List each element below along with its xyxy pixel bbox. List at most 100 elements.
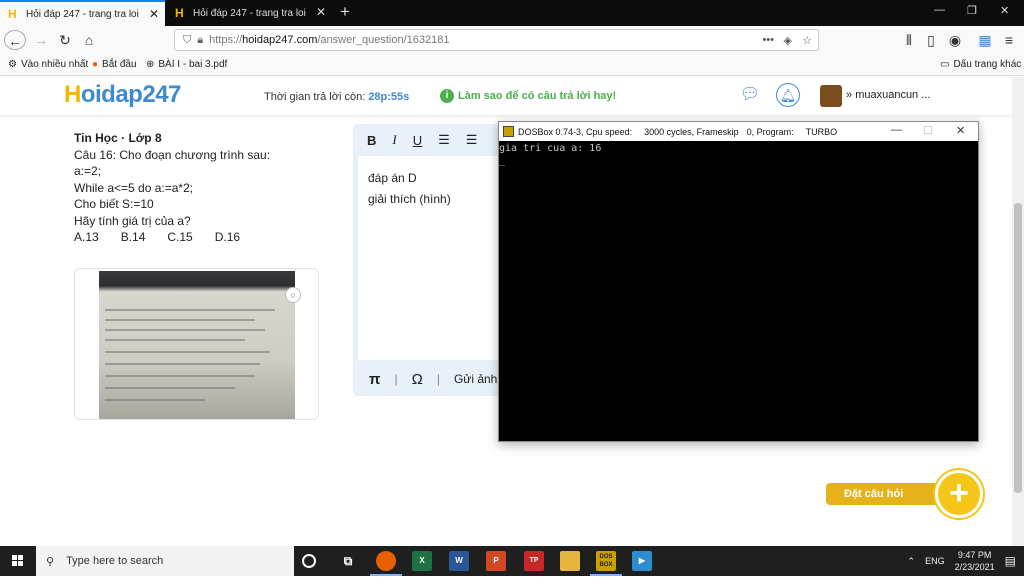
underline-icon[interactable]: U	[413, 133, 422, 148]
align-center-icon[interactable]: ☰	[466, 132, 478, 148]
minimize-icon[interactable]: —	[934, 4, 945, 16]
dosbox-title-app: DOSBox 0.74-3, Cpu speed:	[518, 126, 633, 137]
send-image-label[interactable]: Gửi ảnh:	[454, 372, 501, 386]
bookmark-label: BÀI I - bai 3.pdf	[158, 59, 228, 70]
timer-label: Thời gian trả lời còn:	[264, 91, 366, 103]
powerpoint-icon[interactable]: P	[486, 551, 506, 571]
browser-tab-active[interactable]: H Hỏi đáp 247 - trang tra loi ✕	[0, 0, 165, 26]
howto-link[interactable]: i Làm sao để có câu trả lời hay!	[440, 89, 616, 103]
answer-textarea[interactable]: đáp án D giải thích (hình)	[358, 156, 503, 360]
restore-icon[interactable]: ❐	[967, 4, 977, 17]
dosbox-title-program: TURBO	[805, 126, 838, 137]
turbo-pascal-icon[interactable]: TP	[524, 551, 544, 571]
browser-tab[interactable]: H Hỏi đáp 247 - trang tra loi ✕	[167, 0, 332, 26]
url-bar[interactable]: ⛉ 🔒︎ https://hoidap247.com/answer_questi…	[174, 29, 819, 51]
tab-title: Hỏi đáp 247 - trang tra loi	[26, 8, 139, 20]
italic-icon[interactable]: I	[392, 132, 396, 148]
reload-icon[interactable]: ↻	[54, 30, 76, 50]
dosbox-titlebar[interactable]: DOSBox 0.74-3, Cpu speed: 3000 cycles, F…	[499, 122, 978, 141]
other-bookmarks[interactable]: ▭ Dấu trang khác	[940, 59, 1021, 70]
photo-text-line	[105, 351, 270, 353]
sidebar-icon[interactable]: ▯	[920, 30, 942, 50]
media-player-icon[interactable]: ▶	[632, 551, 652, 571]
zoom-icon[interactable]: ○	[285, 287, 301, 303]
page-actions-icon[interactable]: •••	[762, 34, 774, 46]
dosbox-icon	[503, 126, 514, 137]
dosbox-screen[interactable]: gia tri cua a: 16 _	[499, 141, 978, 441]
firefox-icon: ●	[92, 59, 99, 70]
photo-title: Bài tập tin học 8_Tuần 22	[159, 291, 216, 297]
excel-icon[interactable]: X	[412, 551, 432, 571]
divider: |	[436, 372, 440, 386]
word-icon[interactable]: W	[449, 551, 469, 571]
maximize-icon[interactable]: ☐	[923, 124, 933, 137]
close-window-icon[interactable]: ✕	[956, 124, 965, 137]
avatar[interactable]	[820, 85, 842, 107]
minimize-icon[interactable]: —	[891, 124, 902, 136]
plus-icon[interactable]: +	[935, 470, 983, 518]
question-line: Cho biết S:=10	[74, 197, 154, 211]
hoidap247-logo[interactable]: Hoidap247	[64, 81, 181, 109]
bookmark-getting-started[interactable]: ● Bắt đầu	[92, 59, 137, 70]
omega-icon[interactable]: Ω	[412, 371, 423, 388]
editor-toolbar: B I U ☰ ☰	[353, 124, 503, 156]
chevron-up-icon[interactable]: ⌃	[908, 556, 916, 567]
pi-icon[interactable]: π	[369, 371, 380, 388]
bell-icon[interactable]: 🔔︎	[776, 83, 800, 107]
bookmark-most-visited[interactable]: ⚙ Vào nhiều nhất	[8, 59, 88, 70]
close-tab-icon[interactable]: ✕	[149, 7, 159, 21]
library-icon[interactable]: ⫴	[898, 30, 920, 50]
divider: |	[394, 372, 398, 386]
scrollbar-thumb[interactable]	[1014, 203, 1022, 493]
language-indicator[interactable]: ENG	[925, 556, 945, 566]
chevron-down-icon: »	[846, 89, 853, 101]
windows-taskbar: ⚲ Type here to search ⧉ X W P TP DOS BOX…	[0, 546, 1024, 576]
close-window-icon[interactable]: ✕	[1000, 4, 1009, 17]
editor-bottom-toolbar: π | Ω | Gửi ảnh:	[353, 362, 503, 396]
question-image-card[interactable]: Bài tập tin học 8_Tuần 22 ○	[74, 268, 319, 420]
new-tab-icon[interactable]: +	[340, 2, 350, 22]
forward-icon[interactable]: →	[30, 30, 52, 50]
photo-text-line	[105, 339, 245, 341]
dosbox-taskbar-icon[interactable]: DOS BOX	[590, 551, 622, 576]
logo-text: oidap247	[80, 81, 182, 108]
photo-text-line	[105, 375, 255, 377]
pocket-icon[interactable]: ◈	[784, 34, 792, 47]
photo-text-line	[105, 363, 260, 365]
bookmark-star-icon[interactable]: ☆	[802, 34, 812, 47]
question-subject: Tin Học · Lớp 8	[74, 131, 162, 145]
back-icon[interactable]: ←	[4, 30, 26, 50]
url-prefix: https://	[209, 34, 243, 46]
menu-icon[interactable]: ≡	[998, 30, 1020, 50]
taskbar-search[interactable]: ⚲ Type here to search	[36, 546, 294, 576]
account-icon[interactable]: ◉	[944, 30, 966, 50]
clock[interactable]: 9:47 PM 2/23/2021	[955, 549, 995, 573]
logo-letter: H	[64, 81, 81, 108]
lock-icon[interactable]: 🔒︎	[197, 34, 203, 47]
username-label: muaxuancun ...	[855, 89, 931, 101]
windows-start-icon[interactable]	[0, 546, 36, 576]
tab-title: Hỏi đáp 247 - trang tra loi	[193, 7, 306, 19]
photo-text-line	[105, 309, 275, 311]
bookmark-label: Bắt đầu	[102, 59, 137, 70]
close-tab-icon[interactable]: ✕	[316, 5, 326, 19]
task-view-icon[interactable]: ⧉	[338, 551, 358, 571]
question-photo[interactable]: Bài tập tin học 8_Tuần 22	[99, 271, 295, 419]
extensions-icon[interactable]: ▦	[974, 30, 996, 50]
ask-question-button[interactable]: Đặt câu hỏi	[826, 483, 942, 505]
cortana-icon[interactable]	[302, 554, 316, 568]
bold-icon[interactable]: B	[367, 133, 376, 148]
bookmark-pdf[interactable]: ⊕ BÀI I - bai 3.pdf	[146, 59, 227, 70]
file-explorer-icon[interactable]	[560, 551, 580, 571]
notifications-icon[interactable]: ▤	[1005, 554, 1016, 568]
chat-icon[interactable]: 💬︎	[738, 83, 762, 107]
firefox-icon[interactable]	[370, 551, 402, 576]
username[interactable]: » muaxuancun ...	[846, 89, 930, 101]
clock-time: 9:47 PM	[957, 550, 992, 560]
question-panel: Tin Học · Lớp 8 Câu 16: Cho đoạn chương …	[74, 130, 334, 246]
dosbox-window[interactable]: DOSBox 0.74-3, Cpu speed: 3000 cycles, F…	[498, 121, 979, 442]
home-icon[interactable]: ⌂	[78, 30, 100, 50]
align-left-icon[interactable]: ☰	[438, 132, 450, 148]
shield-icon[interactable]: ⛉	[183, 34, 191, 47]
page-scrollbar[interactable]	[1012, 77, 1024, 546]
